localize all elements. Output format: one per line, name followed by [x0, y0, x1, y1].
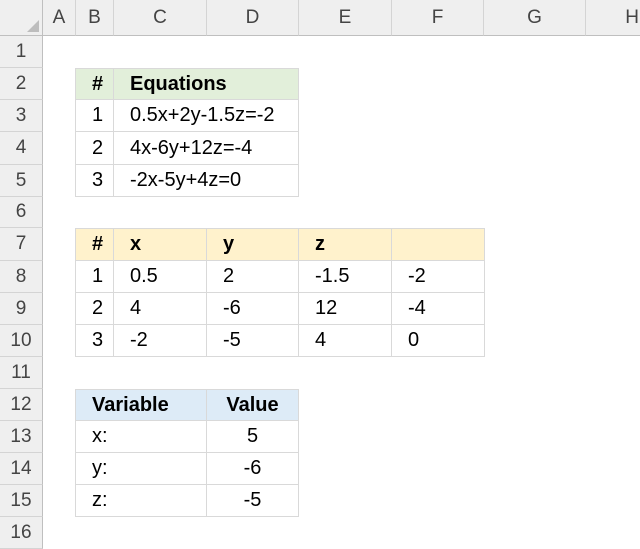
- row-header-15[interactable]: 15: [0, 485, 43, 517]
- row-header-14[interactable]: 14: [0, 453, 43, 485]
- row-header-2[interactable]: 2: [0, 68, 43, 100]
- table2-cell-x[interactable]: -2: [114, 325, 207, 357]
- row-header-4[interactable]: 4: [0, 132, 43, 165]
- table3-header-value[interactable]: Value: [207, 389, 299, 421]
- row-header-7[interactable]: 7: [0, 228, 43, 261]
- table2-cell-number[interactable]: 1: [75, 261, 114, 293]
- table3-cell-variable[interactable]: x:: [75, 421, 207, 453]
- table3-cell-value[interactable]: -5: [207, 485, 299, 517]
- table2-cell-x[interactable]: 4: [114, 293, 207, 325]
- table3-cell-value[interactable]: 5: [207, 421, 299, 453]
- table2-cell-z[interactable]: -1.5: [299, 261, 392, 293]
- table1-cell-number[interactable]: 2: [75, 132, 114, 165]
- table3-cell-value[interactable]: -6: [207, 453, 299, 485]
- column-header-d[interactable]: D: [207, 0, 299, 36]
- column-header-b[interactable]: B: [76, 0, 114, 36]
- table1-cell-number[interactable]: 3: [75, 165, 114, 197]
- table2-header-constant[interactable]: [392, 228, 485, 261]
- row-header-8[interactable]: 8: [0, 261, 43, 293]
- row-header-16[interactable]: 16: [0, 517, 43, 549]
- table1-cell-equation[interactable]: 4x-6y+12z=-4: [114, 132, 299, 165]
- table2-cell-y[interactable]: 2: [207, 261, 299, 293]
- table2-cell-number[interactable]: 2: [75, 293, 114, 325]
- table2-header-y[interactable]: y: [207, 228, 299, 261]
- table2-header-x[interactable]: x: [114, 228, 207, 261]
- row-header-5[interactable]: 5: [0, 165, 43, 197]
- table1-cell-equation[interactable]: 0.5x+2y-1.5z=-2: [114, 100, 299, 132]
- table2-cell-constant[interactable]: -4: [392, 293, 485, 325]
- table2-header-z[interactable]: z: [299, 228, 392, 261]
- table2-cell-y[interactable]: -5: [207, 325, 299, 357]
- table1-header-number[interactable]: #: [75, 68, 114, 100]
- table1-header-equations[interactable]: Equations: [114, 68, 299, 100]
- row-header-10[interactable]: 10: [0, 325, 43, 357]
- row-header-12[interactable]: 12: [0, 389, 43, 421]
- table2-cell-constant[interactable]: -2: [392, 261, 485, 293]
- table1-cell-equation[interactable]: -2x-5y+4z=0: [114, 165, 299, 197]
- row-header-6[interactable]: 6: [0, 197, 43, 228]
- column-header-f[interactable]: F: [392, 0, 484, 36]
- table2-header-number[interactable]: #: [75, 228, 114, 261]
- table2-cell-x[interactable]: 0.5: [114, 261, 207, 293]
- table2-cell-number[interactable]: 3: [75, 325, 114, 357]
- table3-cell-variable[interactable]: y:: [75, 453, 207, 485]
- column-header-e[interactable]: E: [299, 0, 392, 36]
- row-header-1[interactable]: 1: [0, 36, 43, 68]
- column-header-h[interactable]: H: [586, 0, 640, 36]
- select-all-triangle-icon: [27, 20, 39, 32]
- select-all-corner[interactable]: [0, 0, 43, 36]
- row-header-13[interactable]: 13: [0, 421, 43, 453]
- spreadsheet-grid[interactable]: A B C D E F G H 1 2 3 4 5 6 7 8 9 10 11 …: [0, 0, 640, 549]
- table1-cell-number[interactable]: 1: [75, 100, 114, 132]
- column-header-g[interactable]: G: [484, 0, 586, 36]
- table3-header-variable[interactable]: Variable: [75, 389, 207, 421]
- column-header-a[interactable]: A: [43, 0, 76, 36]
- table2-cell-constant[interactable]: 0: [392, 325, 485, 357]
- row-header-9[interactable]: 9: [0, 293, 43, 325]
- table2-cell-z[interactable]: 12: [299, 293, 392, 325]
- column-header-c[interactable]: C: [114, 0, 207, 36]
- row-header-3[interactable]: 3: [0, 100, 43, 132]
- table3-cell-variable[interactable]: z:: [75, 485, 207, 517]
- row-header-11[interactable]: 11: [0, 357, 43, 389]
- table2-cell-z[interactable]: 4: [299, 325, 392, 357]
- table2-cell-y[interactable]: -6: [207, 293, 299, 325]
